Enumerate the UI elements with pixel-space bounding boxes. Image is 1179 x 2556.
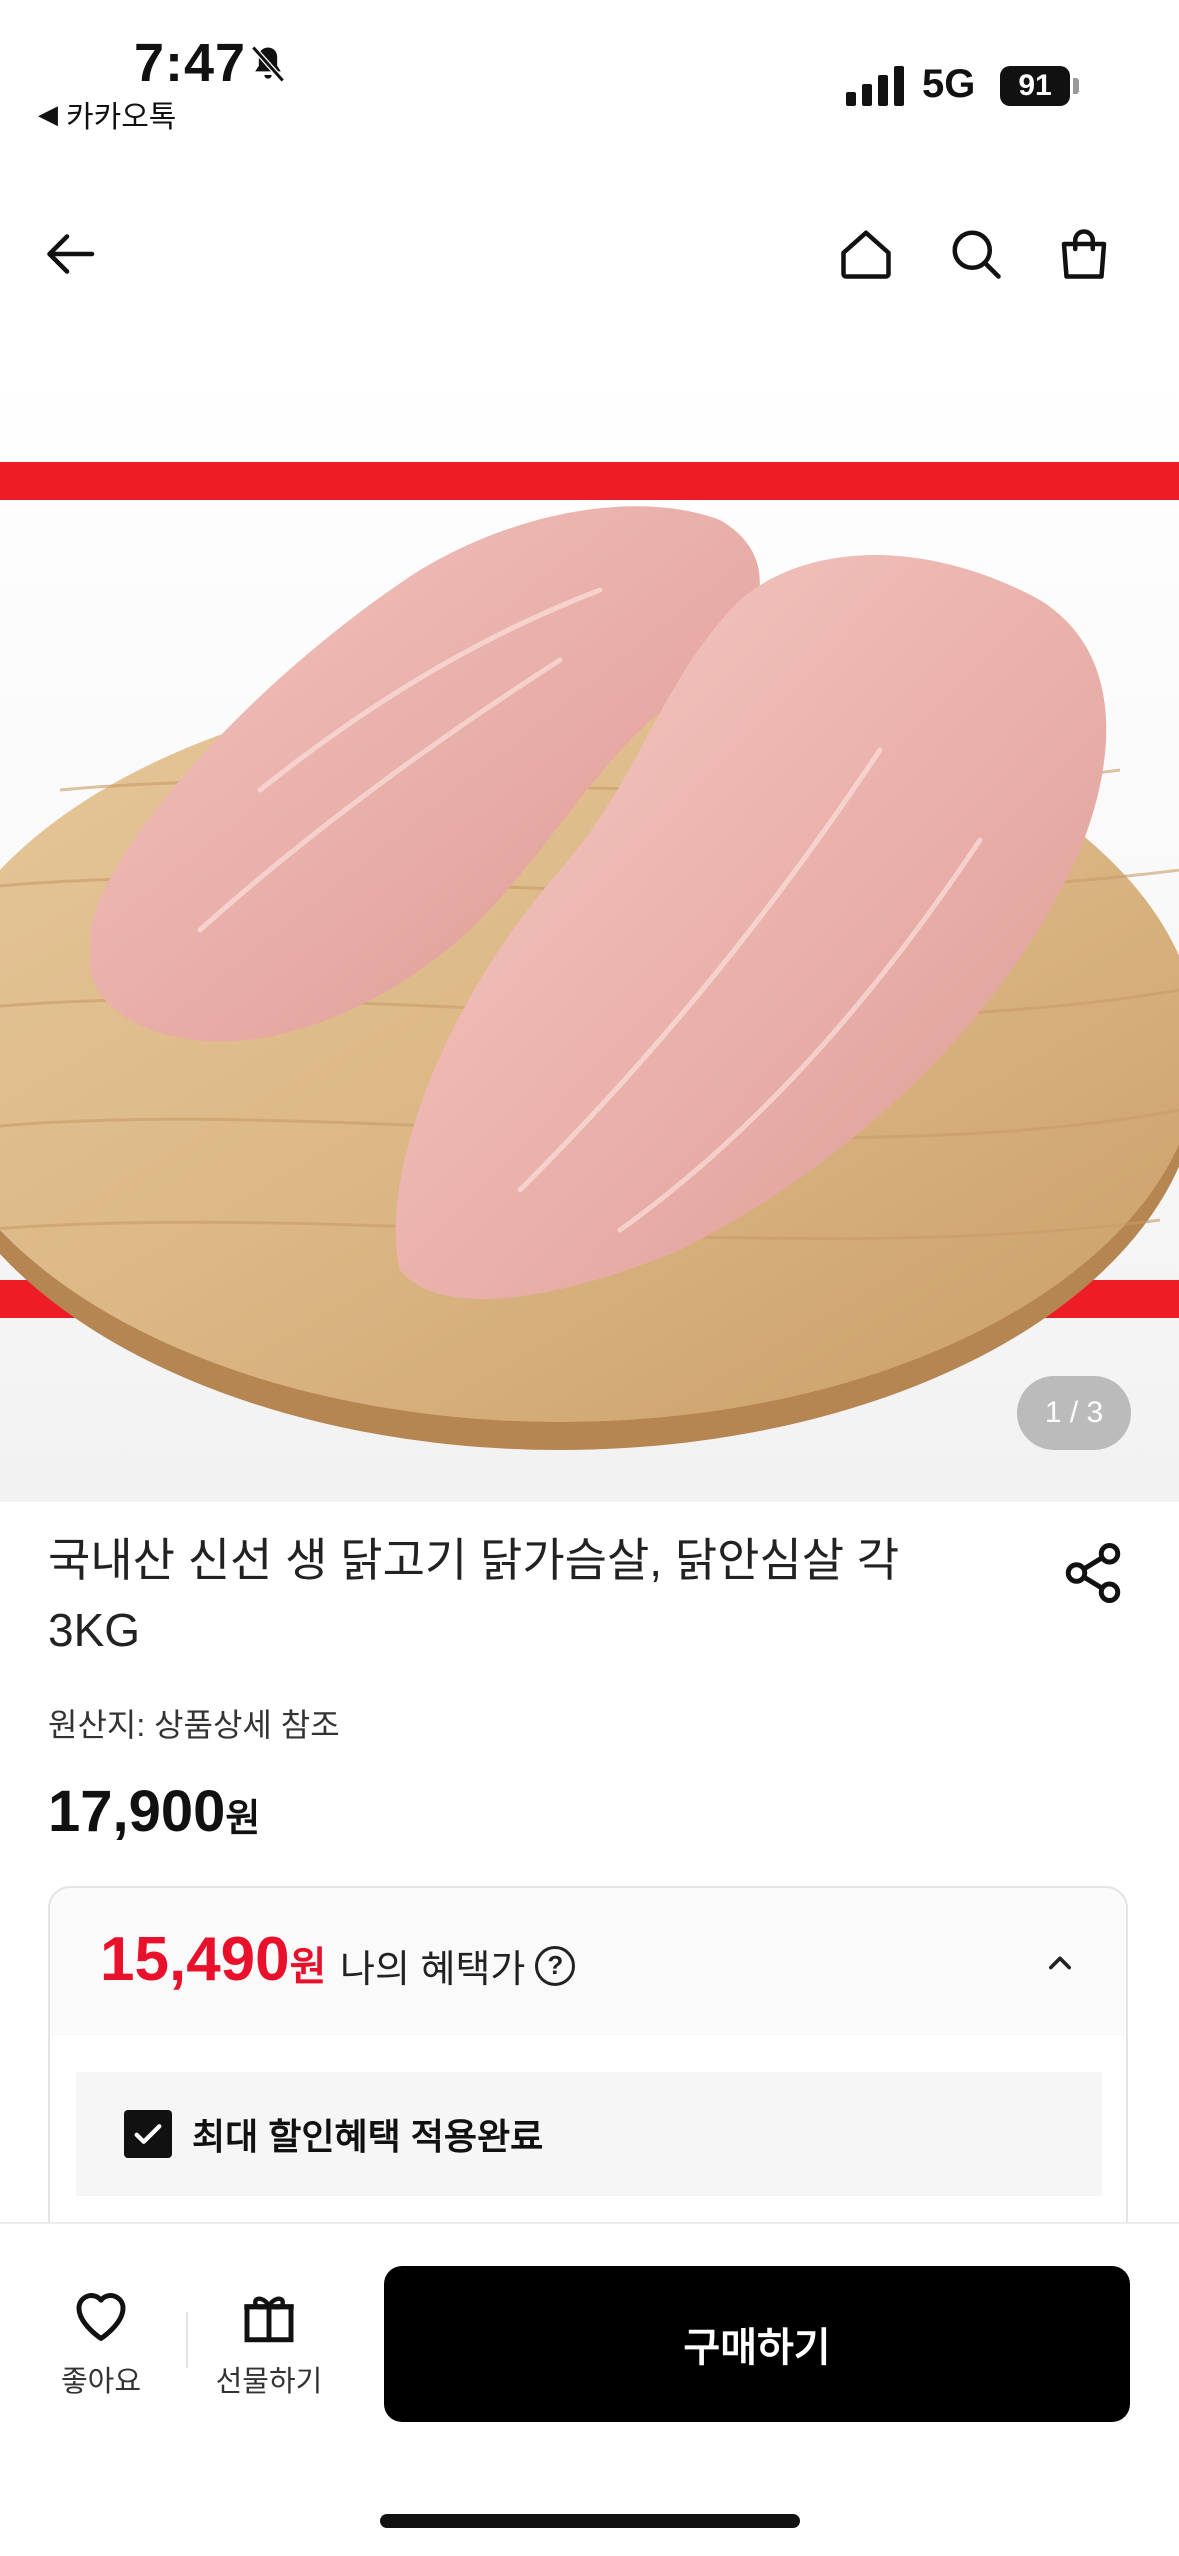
check-icon: [134, 2124, 162, 2144]
like-button[interactable]: 좋아요: [26, 2282, 176, 2400]
chevron-up-icon[interactable]: [1038, 1940, 1082, 1984]
chicken-breast-illustration: [0, 462, 1179, 1450]
bottom-action-bar: 좋아요 선물하기 구매하기: [0, 2222, 1179, 2556]
back-to-app-link[interactable]: ◀ 카카오톡: [38, 92, 176, 136]
benefit-label-text: 나의 혜택가: [340, 1949, 526, 1991]
search-button[interactable]: [938, 216, 1014, 292]
battery-tip: [1073, 78, 1079, 94]
benefit-header[interactable]: 15,490원 나의 혜택가 ?: [50, 1888, 1126, 2036]
bottom-divider: [186, 2312, 188, 2368]
status-time: 7:47: [134, 33, 247, 93]
home-indicator: [380, 2514, 800, 2528]
status-bar: 7:47 ◀ 카카오톡 5G 91: [0, 0, 1179, 150]
product-title: 국내산 신선 생 닭고기 닭가슴살, 닭안심살 각 3KG: [48, 1525, 948, 1665]
back-arrow-icon: [47, 234, 95, 274]
image-page-indicator: 1 / 3: [1017, 1376, 1131, 1450]
gift-icon: [244, 2296, 294, 2343]
benefit-label: 나의 혜택가 ?: [340, 1938, 576, 1993]
benefit-price: 15,490원: [100, 1924, 326, 1995]
regular-price: 17,900원: [48, 1778, 260, 1845]
like-label: 좋아요: [60, 2366, 142, 2398]
gift-label: 선물하기: [215, 2366, 323, 2398]
back-app-label: 카카오톡: [66, 101, 177, 134]
cart-button[interactable]: [1046, 216, 1122, 292]
gift-button[interactable]: 선물하기: [194, 2282, 344, 2400]
product-title-line2: 3KG: [48, 1604, 141, 1656]
home-icon: [841, 230, 891, 279]
help-icon[interactable]: ?: [535, 1945, 576, 1986]
regular-price-unit: 원: [225, 1798, 261, 1840]
shopping-bag-icon: [1061, 229, 1107, 279]
benefit-price-unit: 원: [289, 1945, 327, 1989]
bell-muted-icon: [251, 45, 285, 83]
buy-button[interactable]: 구매하기: [384, 2266, 1130, 2422]
back-triangle-icon: ◀: [38, 98, 58, 129]
back-button[interactable]: [34, 216, 110, 292]
product-title-line1: 국내산 신선 생 닭고기 닭가슴살, 닭안심살 각: [48, 1534, 900, 1586]
network-label: 5G: [922, 62, 976, 106]
signal-icon: [846, 66, 904, 106]
max-discount-row[interactable]: 최대 할인혜택 적용완료: [76, 2072, 1102, 2196]
heart-icon: [76, 2293, 126, 2341]
home-button[interactable]: [828, 216, 904, 292]
checkbox-checked[interactable]: [124, 2110, 172, 2158]
nav-header: [0, 190, 1179, 320]
regular-price-value: 17,900: [48, 1779, 226, 1844]
benefit-price-value: 15,490: [100, 1925, 290, 1994]
share-icon[interactable]: [1060, 1540, 1126, 1606]
product-image[interactable]: 1 / 3: [0, 370, 1179, 1502]
origin-info: 원산지: 상품상세 참조: [48, 1707, 340, 1743]
benefit-box: 15,490원 나의 혜택가 ? 최대 할인혜택 적용완료: [48, 1886, 1128, 2246]
battery-level: 91: [1018, 69, 1052, 102]
search-icon: [952, 230, 1001, 279]
battery-icon: 91: [1000, 66, 1070, 106]
max-discount-label: 최대 할인혜택 적용완료: [192, 2116, 544, 2157]
